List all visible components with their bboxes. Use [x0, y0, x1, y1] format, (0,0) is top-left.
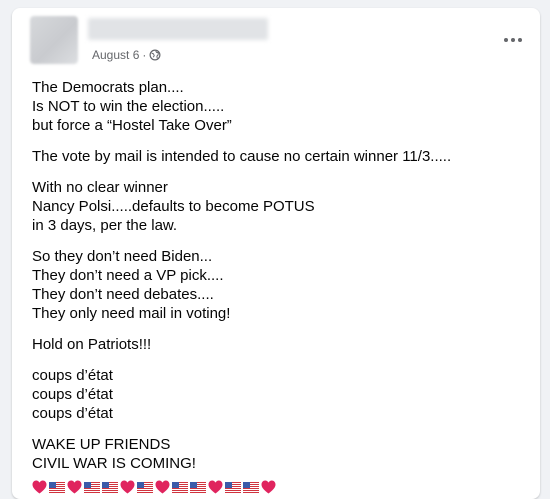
post-paragraph: Hold on Patriots!!!	[32, 335, 512, 354]
post-date[interactable]: August 6	[92, 48, 139, 62]
post-text-line: coups d’état	[32, 386, 113, 403]
more-dot	[518, 38, 522, 42]
post-text-line: Hold on Patriots!!!	[32, 336, 152, 353]
us-flag-icon	[137, 481, 153, 493]
more-dot	[511, 38, 515, 42]
post-paragraph: With no clear winner Nancy Polsi.....defa…	[32, 178, 512, 235]
post-text-line: Is NOT to win the election.....	[32, 98, 225, 115]
post-paragraph: WAKE UP FRIENDS CIVIL WAR IS COMING!	[32, 435, 512, 473]
us-flag-icon	[190, 481, 206, 493]
red-heart-icon	[208, 480, 223, 494]
red-heart-icon	[32, 480, 47, 494]
post-text-line: CIVIL WAR IS COMING!	[32, 455, 196, 472]
post-paragraph: The Democrats plan.... Is NOT to win the …	[32, 78, 512, 135]
post-text-line: coups d’état	[32, 367, 113, 384]
meta-separator: ·	[142, 48, 147, 62]
red-heart-icon	[155, 480, 170, 494]
red-heart-icon	[67, 480, 82, 494]
us-flag-icon	[243, 481, 259, 493]
author-name-blurred[interactable]	[88, 18, 268, 40]
post-text-line: So they don’t need Biden...	[32, 248, 213, 265]
post-paragraph: So they don’t need Biden... They don’t ne…	[32, 247, 512, 323]
post-body: The Democrats plan.... Is NOT to win the …	[32, 78, 512, 497]
us-flag-icon	[49, 481, 65, 493]
more-options-icon[interactable]	[500, 32, 526, 48]
post-text-line: They don’t need a VP pick....	[32, 267, 224, 284]
us-flag-icon	[225, 481, 241, 493]
post-text-line: With no clear winner	[32, 179, 168, 196]
post-text-line: They don’t need debates....	[32, 286, 214, 303]
post-paragraph: The vote by mail is intended to cause no…	[32, 147, 512, 166]
post-text-line: Nancy Polsi.....defaults to become POTUS	[32, 198, 315, 215]
red-heart-icon	[261, 480, 276, 494]
red-heart-icon	[120, 480, 135, 494]
us-flag-icon	[102, 481, 118, 493]
post-header: August 6 ·	[22, 8, 532, 68]
post-text-line: coups d’état	[32, 405, 113, 422]
feed-background: August 6 · The Democrats plan.... Is NOT …	[0, 0, 550, 499]
post-text-line: They only need mail in voting!	[32, 305, 231, 322]
post-text-line: but force a “Hostel Take Over”	[32, 117, 232, 134]
us-flag-icon	[172, 481, 188, 493]
post-paragraphs: The Democrats plan.... Is NOT to win the …	[32, 78, 512, 473]
globe-icon[interactable]	[149, 49, 161, 61]
author-avatar-blurred[interactable]	[30, 16, 78, 64]
post-text-line: WAKE UP FRIENDS	[32, 436, 171, 453]
more-dot	[504, 38, 508, 42]
post-text-line: The Democrats plan....	[32, 79, 184, 96]
post-paragraph: coups d’état coups d’état coups d’état	[32, 366, 512, 423]
emoji-row	[32, 477, 512, 497]
post-card: August 6 · The Democrats plan.... Is NOT …	[12, 8, 540, 499]
post-meta: August 6 ·	[92, 48, 161, 62]
post-text-line: The vote by mail is intended to cause no…	[32, 148, 452, 165]
us-flag-icon	[84, 481, 100, 493]
post-text-line: in 3 days, per the law.	[32, 217, 178, 234]
